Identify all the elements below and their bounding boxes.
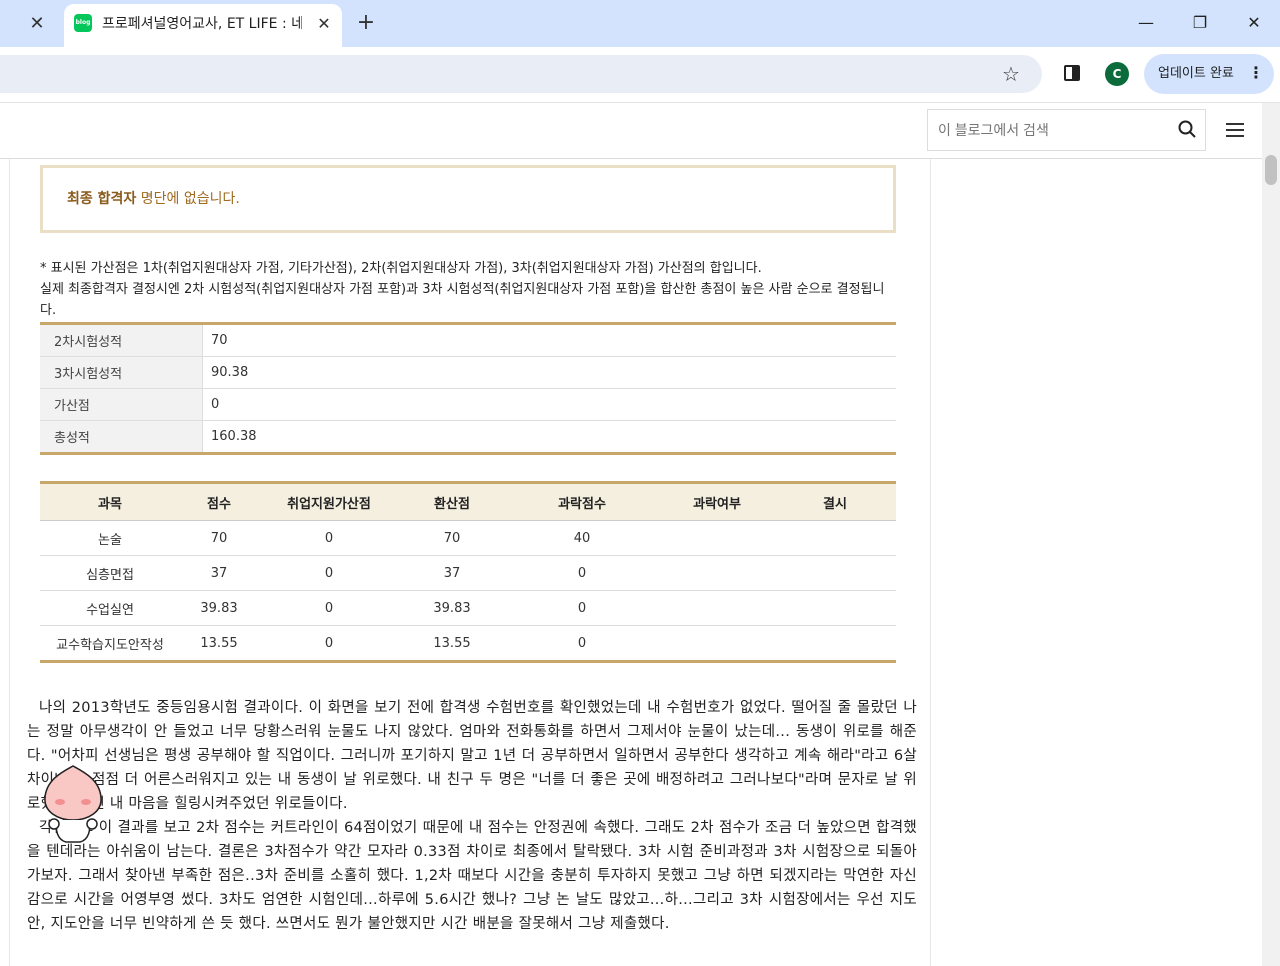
result-highlight: 최종 합격자 bbox=[67, 191, 137, 207]
column-header: 취업지원가산점 bbox=[258, 482, 400, 521]
body-paragraph-1: 나의 2013학년도 중등임용시험 결과이다. 이 화면을 보기 전에 합격생 … bbox=[27, 700, 917, 812]
table-row: 2차시험성적 70 bbox=[40, 323, 896, 357]
subject-score-table: 과목 점수 취업지원가산점 환산점 과락점수 과락여부 결시 논술 70 0 7… bbox=[40, 481, 896, 663]
table-cell: 37 bbox=[400, 555, 504, 591]
table-cell: 0 bbox=[258, 555, 400, 591]
close-tab-icon[interactable]: ✕ bbox=[22, 12, 52, 36]
score-label: 가산점 bbox=[40, 388, 203, 421]
scrollbar-thumb[interactable] bbox=[1265, 155, 1277, 185]
profile-avatar[interactable]: C bbox=[1105, 62, 1129, 86]
table-cell: 수업실연 bbox=[40, 590, 180, 626]
blog-favicon-icon: blog bbox=[74, 14, 92, 32]
score-label: 2차시험성적 bbox=[40, 323, 203, 357]
table-row: 가산점 0 bbox=[40, 388, 896, 421]
table-cell bbox=[774, 625, 896, 662]
score-value: 160.38 bbox=[202, 420, 896, 454]
table-cell bbox=[774, 590, 896, 626]
score-value: 0 bbox=[202, 388, 896, 421]
score-value: 70 bbox=[202, 323, 896, 357]
column-header: 과락여부 bbox=[660, 482, 774, 521]
table-cell: 39.83 bbox=[400, 590, 504, 626]
table-cell bbox=[660, 625, 774, 662]
table-cell: 13.55 bbox=[400, 625, 504, 662]
table-cell: 논술 bbox=[40, 520, 180, 556]
column-header: 환산점 bbox=[400, 482, 504, 521]
note-line-2: 실제 최종합격자 결정시엔 2차 시험성적(취업지원대상자 가점 포함)과 3차… bbox=[40, 282, 885, 318]
table-row: 총성적 160.38 bbox=[40, 420, 896, 454]
more-menu-icon[interactable]: ⋮ bbox=[1248, 63, 1264, 83]
search-input[interactable] bbox=[938, 120, 1158, 140]
table-cell: 0 bbox=[258, 590, 400, 626]
result-message: 최종 합격자 명단에 없습니다. bbox=[67, 188, 240, 210]
score-label: 3차시험성적 bbox=[40, 356, 203, 389]
table-cell: 70 bbox=[400, 520, 504, 556]
table-cell: 0 bbox=[258, 625, 400, 662]
content-right-border bbox=[930, 159, 931, 966]
table-cell: 심층면접 bbox=[40, 555, 180, 591]
column-header: 결시 bbox=[774, 482, 896, 521]
score-label: 총성적 bbox=[40, 420, 203, 454]
table-cell: 0 bbox=[504, 625, 660, 662]
search-icon[interactable] bbox=[1178, 120, 1196, 138]
close-tab-button[interactable]: ✕ bbox=[312, 12, 336, 36]
address-bar[interactable]: ☆ bbox=[0, 55, 1042, 93]
hamburger-menu-icon[interactable] bbox=[1226, 123, 1244, 137]
table-cell: 0 bbox=[258, 520, 400, 556]
minimize-button[interactable]: — bbox=[1128, 8, 1164, 38]
column-header: 점수 bbox=[180, 482, 258, 521]
table-cell bbox=[660, 555, 774, 591]
table-row: 3차시험성적 90.38 bbox=[40, 356, 896, 389]
score-note: * 표시된 가산점은 1차(취업지원대상자 가점, 기타가산점), 2차(취업지… bbox=[40, 258, 900, 321]
table-cell: 0 bbox=[504, 555, 660, 591]
table-cell: 40 bbox=[504, 520, 660, 556]
update-button[interactable]: 업데이트 완료 ⋮ bbox=[1144, 54, 1274, 94]
score-summary-table: 2차시험성적 70 3차시험성적 90.38 가산점 0 총성적 160.38 bbox=[40, 322, 896, 455]
table-cell: 39.83 bbox=[180, 590, 258, 626]
side-panel-icon[interactable] bbox=[1064, 65, 1080, 81]
table-row: 수업실연 39.83 0 39.83 0 bbox=[40, 590, 896, 626]
table-header-row: 과목 점수 취업지원가산점 환산점 과락점수 과락여부 결시 bbox=[40, 482, 896, 521]
table-cell: 70 bbox=[180, 520, 258, 556]
close-window-button[interactable]: ✕ bbox=[1236, 8, 1272, 38]
table-cell: 교수학습지도안작성 bbox=[40, 625, 180, 662]
content-left-border bbox=[9, 159, 10, 966]
update-label: 업데이트 완료 bbox=[1158, 66, 1234, 81]
column-header: 과락점수 bbox=[504, 482, 660, 521]
table-cell: 0 bbox=[504, 590, 660, 626]
table-cell bbox=[774, 555, 896, 591]
table-cell bbox=[660, 520, 774, 556]
tab-strip: ✕ blog 프로페셔널영어교사, ET LIFE : 네 ✕ + — ❐ ✕ bbox=[0, 0, 1280, 47]
table-cell bbox=[660, 590, 774, 626]
result-rest: 명단에 없습니다. bbox=[136, 191, 240, 207]
note-line-1: * 표시된 가산점은 1차(취업지원대상자 가점, 기타가산점), 2차(취업지… bbox=[40, 261, 762, 276]
table-cell bbox=[774, 520, 896, 556]
blog-header bbox=[0, 103, 1262, 159]
peach-sticker-icon bbox=[44, 765, 102, 843]
page-scrollbar[interactable] bbox=[1262, 103, 1280, 966]
post-body: 나의 2013학년도 중등임용시험 결과이다. 이 화면을 보기 전에 합격생 … bbox=[27, 696, 917, 936]
new-tab-button[interactable]: + bbox=[352, 10, 380, 38]
result-banner: 최종 합격자 명단에 없습니다. bbox=[40, 165, 896, 233]
table-row: 논술 70 0 70 40 bbox=[40, 520, 896, 556]
restore-button[interactable]: ❐ bbox=[1182, 8, 1218, 38]
table-row: 심층면접 37 0 37 0 bbox=[40, 555, 896, 591]
active-tab[interactable]: blog 프로페셔널영어교사, ET LIFE : 네 ✕ bbox=[64, 4, 342, 47]
body-paragraph-2: 각설하고 이 결과를 보고 2차 점수는 커트라인이 64점이었기 때문에 내 … bbox=[27, 820, 917, 932]
table-cell: 13.55 bbox=[180, 625, 258, 662]
tab-title: 프로페셔널영어교사, ET LIFE : 네 bbox=[102, 16, 302, 32]
column-header: 과목 bbox=[40, 482, 180, 521]
table-cell: 37 bbox=[180, 555, 258, 591]
bookmark-star-icon[interactable]: ☆ bbox=[1002, 61, 1020, 87]
table-row: 교수학습지도안작성 13.55 0 13.55 0 bbox=[40, 625, 896, 662]
browser-toolbar: ☆ C 업데이트 완료 ⋮ bbox=[0, 47, 1280, 103]
blog-search-box[interactable] bbox=[927, 109, 1206, 151]
score-value: 90.38 bbox=[202, 356, 896, 389]
